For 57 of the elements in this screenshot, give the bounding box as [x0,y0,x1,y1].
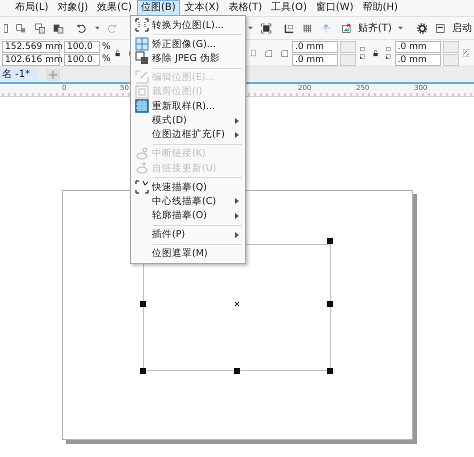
selection-handle[interactable] [327,238,333,244]
selection-handle[interactable] [327,368,333,374]
unit-label: % [102,42,111,52]
y-position-field[interactable]: 102.616 mm [2,54,60,66]
corner-radius-field[interactable]: .0 mm [292,40,338,52]
menu-bar-item[interactable]: 效果(C) [93,0,136,16]
crop-frame-icon [134,84,148,99]
snap-button[interactable]: 贴齐(T) [358,21,392,35]
center-mark-icon [234,302,240,306]
overlapping-squares-icon [134,51,148,66]
menu-item[interactable]: 位图遮罩(M) [131,246,245,261]
menu-bar-item[interactable]: 文本(X) [180,0,224,16]
menu-item[interactable]: 重新取样(R)... [131,98,245,114]
bitmap-frame-icon [134,18,148,32]
trace-frame-icon [134,180,148,194]
checkered-square-icon [134,99,148,114]
selection-handle[interactable] [234,368,240,374]
x-position-field[interactable]: 152.569 mm [2,40,60,52]
link-icon [134,146,148,161]
corner-icon[interactable] [250,47,258,59]
selection-handle[interactable] [140,368,146,374]
menu-item[interactable]: 移除 JPEG 伪影 [131,51,245,66]
height-scale-field[interactable]: 100.0 [64,54,100,66]
edit-frame-icon [134,70,148,84]
selection-handle[interactable] [140,301,146,307]
caret-icon[interactable] [248,26,253,30]
menu-item[interactable]: 矫正图像(G)... [131,36,245,52]
corner-radius-field[interactable]: .0 mm [394,40,441,52]
menu-bar-item[interactable]: 工具(O) [267,0,311,16]
menu-item[interactable]: 快速描摹(Q) [131,180,245,194]
menu-item[interactable]: 模式(D) [131,113,245,128]
menu-bar-item[interactable]: 窗口(W) [312,0,358,16]
link-icon [134,161,148,176]
menu-bar-item[interactable]: 布局(L) [11,0,52,16]
corner-radius-field[interactable]: .0 mm [394,54,441,66]
corner-radius-field[interactable]: .0 mm [292,54,338,66]
menu-item[interactable]: 位图边框扩充(F) [131,128,245,142]
menu-item[interactable]: 轮廓描摹(O) [131,208,245,224]
menu-bar-item[interactable]: 位图(B) [136,0,180,16]
menu-item[interactable]: 转换为位图(L)... [131,18,245,32]
document-tab[interactable]: 名 -1* [0,67,38,82]
menu-bar-item[interactable]: 帮助(H) [358,0,402,16]
full-screen-icon[interactable] [261,20,272,36]
settings-icon[interactable] [416,20,428,36]
menu-bar-item[interactable]: 表格(T) [224,0,266,16]
grid-image-icon [134,37,148,52]
unit-label: % [102,54,111,64]
menu-item[interactable]: 插件(P) [131,228,245,242]
copy-icon[interactable] [34,20,46,36]
menu-bar-item[interactable]: 对象(J) [53,0,92,16]
launch-button[interactable]: 启动 [452,21,472,35]
selection-handle[interactable] [327,301,333,307]
menu-item[interactable]: 中心线描摹(C) [131,194,245,209]
caret-icon[interactable] [398,26,403,30]
snap-icon[interactable] [341,20,352,36]
width-scale-field[interactable]: 100.0 [64,40,100,52]
caret-icon[interactable] [94,26,100,30]
